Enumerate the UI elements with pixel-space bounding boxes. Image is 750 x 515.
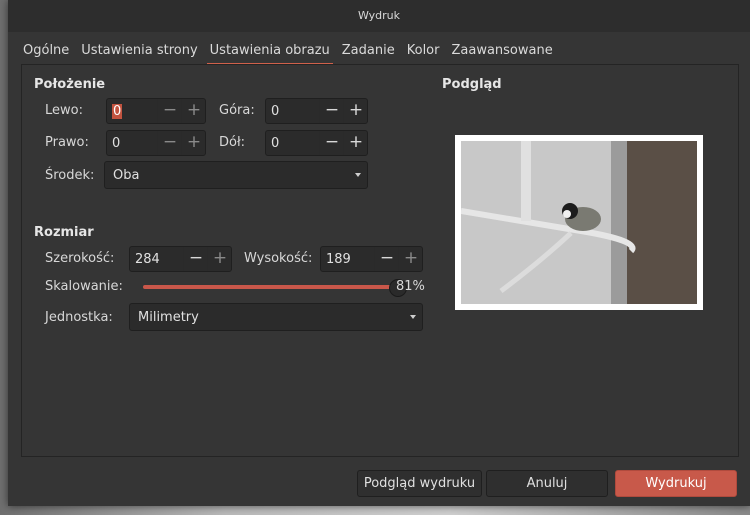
- cancel-button[interactable]: Anuluj: [486, 470, 608, 497]
- chevron-down-icon: [355, 173, 361, 177]
- center-dropdown[interactable]: Oba: [104, 161, 368, 189]
- center-label: Środek:: [45, 168, 95, 183]
- plus-icon[interactable]: +: [343, 99, 368, 123]
- tab-job[interactable]: Zadanie: [339, 40, 398, 63]
- plus-icon[interactable]: +: [207, 247, 232, 271]
- bottom-value[interactable]: 0: [271, 136, 279, 151]
- tab-image-settings[interactable]: Ustawienia obrazu: [206, 40, 333, 65]
- center-value: Oba: [113, 168, 140, 183]
- right-label: Prawo:: [45, 135, 89, 150]
- minus-icon[interactable]: −: [157, 99, 182, 123]
- action-bar: Podgląd wydruku Anuluj Wydrukuj: [8, 457, 750, 506]
- plus-icon[interactable]: +: [343, 131, 368, 155]
- print-dialog: Wydruk Ogólne Ustawienia strony Ustawien…: [8, 0, 750, 506]
- height-spinner[interactable]: 189 − +: [320, 246, 423, 272]
- left-label: Lewo:: [45, 103, 83, 118]
- preview-heading: Podgląd: [442, 77, 502, 92]
- right-value[interactable]: 0: [112, 136, 120, 151]
- print-preview-button[interactable]: Podgląd wydruku: [357, 470, 482, 497]
- tab-bar: Ogólne Ustawienia strony Ustawienia obra…: [20, 40, 562, 65]
- bottom-spinner[interactable]: 0 − +: [265, 130, 368, 156]
- tab-color[interactable]: Kolor: [404, 40, 443, 63]
- plus-icon[interactable]: +: [181, 99, 206, 123]
- unit-value: Milimetry: [138, 310, 199, 325]
- title-bar: Wydruk: [8, 0, 750, 32]
- size-heading: Rozmiar: [34, 225, 94, 240]
- top-spinner[interactable]: 0 − +: [265, 98, 368, 124]
- tab-page-setup[interactable]: Ustawienia strony: [78, 40, 200, 63]
- bird-photo: [461, 141, 697, 304]
- width-spinner[interactable]: 284 − +: [129, 246, 232, 272]
- minus-icon[interactable]: −: [374, 247, 399, 271]
- plus-icon[interactable]: +: [181, 131, 206, 155]
- left-value-text: 0: [112, 104, 123, 119]
- top-value[interactable]: 0: [271, 104, 279, 119]
- height-label: Wysokość:: [244, 251, 313, 266]
- window-title: Wydruk: [357, 9, 401, 22]
- image-settings-panel: Położenie Lewo: 0 − + Góra: 0 − + Prawo:…: [21, 64, 739, 457]
- minus-icon[interactable]: −: [319, 99, 344, 123]
- bottom-label: Dół:: [219, 135, 246, 150]
- preview-frame: [455, 135, 703, 310]
- minus-icon[interactable]: −: [319, 131, 344, 155]
- tab-general[interactable]: Ogólne: [20, 40, 72, 63]
- width-value[interactable]: 284: [135, 252, 160, 267]
- unit-label: Jednostka:: [45, 310, 113, 325]
- left-value[interactable]: 0: [112, 104, 123, 119]
- top-label: Góra:: [219, 103, 255, 118]
- width-label: Szerokość:: [45, 251, 115, 266]
- scale-slider-track[interactable]: [143, 285, 398, 289]
- plus-icon[interactable]: +: [398, 247, 423, 271]
- minus-icon[interactable]: −: [157, 131, 182, 155]
- scale-label: Skalowanie:: [45, 279, 123, 294]
- right-spinner[interactable]: 0 − +: [106, 130, 206, 156]
- tab-advanced[interactable]: Zaawansowane: [448, 40, 555, 63]
- preview-image: [461, 141, 697, 304]
- scale-value: 81%: [396, 279, 425, 294]
- print-button[interactable]: Wydrukuj: [615, 470, 737, 497]
- position-heading: Położenie: [34, 77, 106, 92]
- unit-dropdown[interactable]: Milimetry: [129, 303, 423, 331]
- left-spinner[interactable]: 0 − +: [106, 98, 206, 124]
- minus-icon[interactable]: −: [183, 247, 208, 271]
- chevron-down-icon: [410, 315, 416, 319]
- height-value[interactable]: 189: [326, 252, 351, 267]
